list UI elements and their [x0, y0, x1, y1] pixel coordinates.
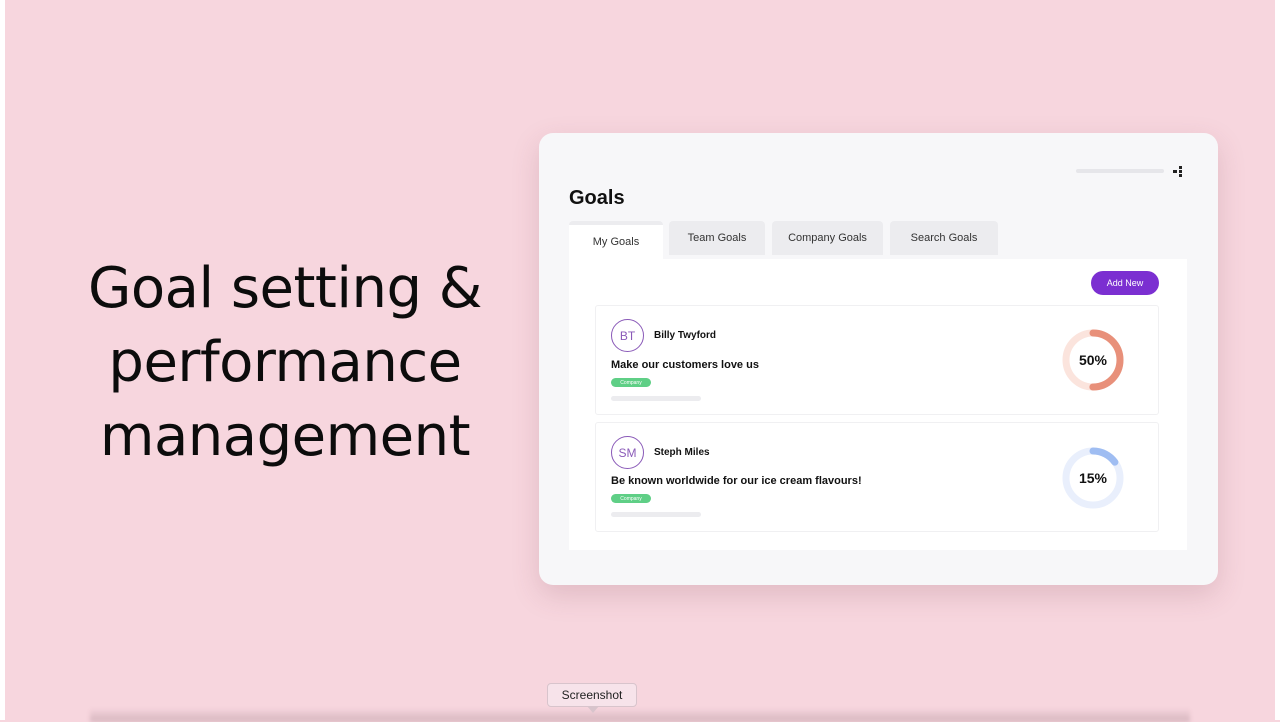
headline-line-2: performance [108, 330, 462, 395]
headline: Goal setting & performance management [40, 252, 530, 474]
progress-ring: 15% [1061, 446, 1125, 510]
avatar: SM [611, 436, 644, 469]
headline-line-3: management [99, 404, 471, 469]
tab-company-goals[interactable]: Company Goals [772, 221, 883, 255]
app-window: Goals My Goals Team Goals Company Goals … [539, 133, 1218, 585]
menu-icon-dot [1179, 174, 1182, 177]
right-edge [1275, 0, 1280, 720]
goal-title: Be known worldwide for our ice cream fla… [611, 475, 862, 487]
menu-icon-dot [1173, 170, 1177, 173]
placeholder-bar [611, 396, 701, 401]
goal-tag: Company [611, 378, 651, 387]
progress-ring: 50% [1061, 328, 1125, 392]
left-edge [0, 0, 5, 720]
headline-line-1: Goal setting & [88, 256, 482, 321]
goal-card[interactable]: BT Billy Twyford Make our customers love… [595, 305, 1159, 415]
goal-owner: Billy Twyford [654, 330, 717, 341]
tab-my-goals[interactable]: My Goals [569, 221, 663, 259]
goals-panel: Add New BT Billy Twyford Make our custom… [569, 259, 1187, 550]
avatar: BT [611, 319, 644, 352]
page-title: Goals [569, 187, 625, 209]
zoom-slider[interactable] [1076, 169, 1164, 173]
placeholder-bar [611, 512, 701, 517]
tab-team-goals[interactable]: Team Goals [669, 221, 765, 255]
goal-title: Make our customers love us [611, 359, 759, 371]
screenshot-tooltip: Screenshot [547, 683, 637, 707]
menu-icon[interactable] [1173, 166, 1187, 177]
progress-label: 15% [1078, 470, 1108, 486]
tab-search-goals[interactable]: Search Goals [890, 221, 998, 255]
menu-icon-dot [1179, 170, 1182, 173]
add-new-button[interactable]: Add New [1091, 271, 1159, 295]
goal-tag: Company [611, 494, 651, 503]
goal-owner: Steph Miles [654, 447, 710, 458]
tooltip-arrow [587, 706, 599, 713]
menu-icon-dot [1179, 166, 1182, 169]
goal-card[interactable]: SM Steph Miles Be known worldwide for ou… [595, 422, 1159, 532]
progress-label: 50% [1078, 352, 1108, 368]
